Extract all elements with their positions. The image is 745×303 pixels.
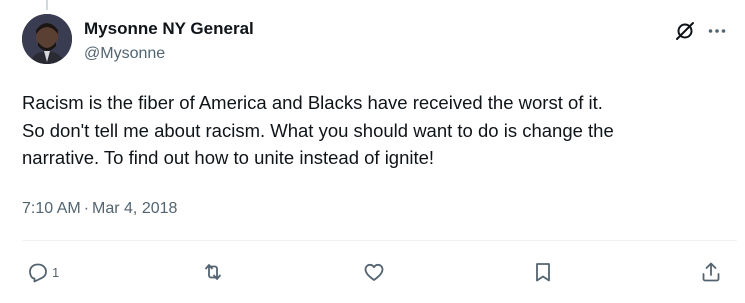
author-display-name[interactable]: Mysonne NY General (84, 19, 254, 39)
share-button[interactable] (699, 258, 723, 286)
reply-button[interactable]: 1 (26, 258, 59, 286)
bookmark-icon (536, 263, 550, 282)
bookmark-button[interactable] (531, 258, 555, 286)
tweet-time[interactable]: 7:10 AM (22, 200, 81, 217)
author-handle[interactable]: @Mysonne (84, 45, 165, 63)
thread-connector-line (46, 0, 48, 10)
retweet-icon (205, 264, 221, 280)
tweet-text: Racism is the fiber of America and Black… (22, 92, 614, 168)
avatar-image (22, 14, 72, 64)
heart-icon (364, 263, 384, 281)
grok-icon[interactable] (674, 20, 696, 42)
divider (22, 240, 737, 241)
retweet-button[interactable] (201, 258, 225, 286)
share-icon (702, 262, 720, 282)
avatar[interactable] (22, 14, 72, 64)
tweet-timestamp[interactable]: 7:10 AM · Mar 4, 2018 (22, 200, 177, 218)
more-options-icon[interactable] (706, 20, 728, 42)
timestamp-separator: · (83, 200, 90, 217)
reply-count: 1 (52, 264, 60, 280)
like-button[interactable] (362, 258, 386, 286)
reply-icon (29, 263, 47, 283)
tweet-date[interactable]: Mar 4, 2018 (92, 200, 177, 217)
